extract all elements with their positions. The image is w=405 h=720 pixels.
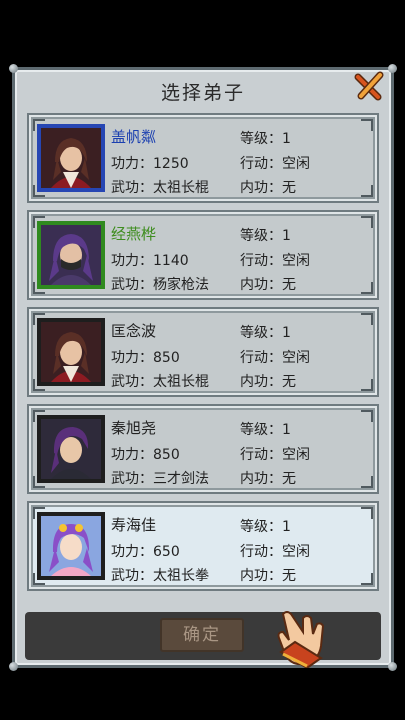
rivet bbox=[9, 64, 18, 73]
disciple-inner-skill: 内功：无 bbox=[240, 180, 296, 196]
disciple-name: 盖帆粼 bbox=[111, 128, 157, 146]
corner-ornament bbox=[361, 476, 373, 488]
confirm-button[interactable]: 确定 bbox=[160, 618, 244, 652]
disciple-action: 行动：空闲 bbox=[240, 253, 310, 269]
disciple-avatar bbox=[37, 318, 105, 386]
disciple-name: 秦旭尧 bbox=[111, 419, 157, 437]
disciple-level: 等级：1 bbox=[240, 519, 291, 535]
disciple-action: 行动：空闲 bbox=[240, 350, 310, 366]
corner-ornament bbox=[361, 216, 373, 228]
disciple-action: 行动：空闲 bbox=[240, 156, 310, 172]
disciple-name: 寿海佳 bbox=[111, 516, 157, 534]
rivet bbox=[388, 662, 397, 671]
close-icon bbox=[354, 71, 384, 101]
disciple-inner-skill: 内功：无 bbox=[240, 471, 296, 487]
corner-ornament bbox=[361, 507, 373, 519]
disciple-inner-skill: 内功：无 bbox=[240, 568, 296, 584]
disciple-inner-skill: 内功：无 bbox=[240, 277, 296, 293]
pointing-hand-icon bbox=[277, 611, 325, 668]
close-button[interactable] bbox=[353, 68, 387, 102]
disciple-martial-art: 武功：太祖长棍 bbox=[111, 374, 209, 390]
disciple-level: 等级：1 bbox=[240, 228, 291, 244]
dialog-title: 选择弟子 bbox=[160, 82, 245, 104]
corner-ornament bbox=[361, 185, 373, 197]
disciple-avatar bbox=[37, 221, 105, 289]
disciple-power: 功力：650 bbox=[111, 544, 180, 560]
rivet bbox=[388, 64, 397, 73]
disciple-action: 行动：空闲 bbox=[240, 544, 310, 560]
corner-ornament bbox=[361, 119, 373, 131]
disciple-level: 等级：1 bbox=[240, 325, 291, 341]
corner-ornament bbox=[361, 379, 373, 391]
disciple-card[interactable]: 寿海佳 功力：650 武功：太祖长拳 等级：1 行动：空闲 内功：无 bbox=[27, 501, 379, 591]
disciple-martial-art: 武功：三才剑法 bbox=[111, 471, 209, 487]
disciple-power: 功力：850 bbox=[111, 350, 180, 366]
disciple-power: 功力：1250 bbox=[111, 156, 189, 172]
disciple-name: 经燕桦 bbox=[111, 225, 157, 243]
disciple-martial-art: 武功：杨家枪法 bbox=[111, 277, 209, 293]
corner-ornament bbox=[361, 313, 373, 325]
disciple-martial-art: 武功：太祖长棍 bbox=[111, 180, 209, 196]
disciple-card[interactable]: 秦旭尧 功力：850 武功：三才剑法 等级：1 行动：空闲 内功：无 bbox=[27, 404, 379, 494]
corner-ornament bbox=[361, 573, 373, 585]
disciple-level: 等级：1 bbox=[240, 422, 291, 438]
disciple-card[interactable]: 盖帆粼 功力：1250 武功：太祖长棍 等级：1 行动：空闲 内功：无 bbox=[27, 113, 379, 203]
disciple-level: 等级：1 bbox=[240, 131, 291, 147]
disciple-avatar bbox=[37, 512, 105, 580]
disciple-action: 行动：空闲 bbox=[240, 447, 310, 463]
disciple-power: 功力：850 bbox=[111, 447, 180, 463]
corner-ornament bbox=[361, 282, 373, 294]
disciple-card[interactable]: 匡念波 功力：850 武功：太祖长棍 等级：1 行动：空闲 内功：无 bbox=[27, 307, 379, 397]
corner-ornament bbox=[361, 410, 373, 422]
disciple-power: 功力：1140 bbox=[111, 253, 189, 269]
disciple-card[interactable]: 经燕桦 功力：1140 武功：杨家枪法 等级：1 行动：空闲 内功：无 bbox=[27, 210, 379, 300]
disciple-martial-art: 武功：太祖长拳 bbox=[111, 568, 209, 584]
disciple-inner-skill: 内功：无 bbox=[240, 374, 296, 390]
disciple-avatar bbox=[37, 124, 105, 192]
select-disciple-dialog: 选择弟子 盖帆粼 功力：1250 武功：太祖长棍 等级：1 行动：空闲 内功：无… bbox=[9, 64, 397, 671]
rivet bbox=[9, 662, 18, 671]
disciple-name: 匡念波 bbox=[111, 322, 157, 340]
disciple-avatar bbox=[37, 415, 105, 483]
